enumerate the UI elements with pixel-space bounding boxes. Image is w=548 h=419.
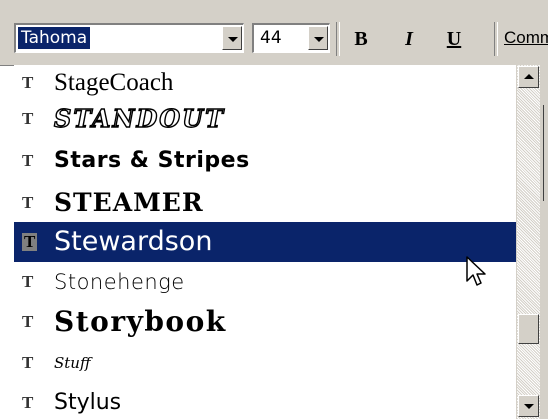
truetype-font-icon: T — [22, 232, 38, 251]
font-dropdown-arrow-icon[interactable] — [222, 26, 242, 50]
font-item-label: Stylus — [54, 390, 122, 415]
font-item-label: StageCoach — [54, 69, 174, 96]
vertical-scrollbar[interactable] — [516, 65, 540, 419]
font-name-value[interactable]: Tahoma — [18, 27, 91, 49]
scroll-up-arrow-icon[interactable] — [518, 66, 539, 88]
scroll-down-arrow-icon[interactable] — [518, 395, 539, 417]
window-edge — [540, 65, 548, 419]
font-name-combobox[interactable]: Tahoma — [14, 23, 244, 53]
font-item-label: STANDOUT — [53, 103, 225, 133]
font-list-item[interactable]: T Stonehenge — [14, 264, 516, 300]
truetype-font-icon: T — [22, 193, 34, 212]
scrollbar-thumb[interactable] — [518, 314, 539, 344]
font-item-label: Stuff — [54, 354, 91, 372]
font-list-item[interactable]: T Storybook — [14, 304, 516, 340]
truetype-font-icon: T — [22, 393, 34, 412]
font-item-label: Stars & Stripes — [54, 148, 250, 173]
underline-button[interactable]: U — [437, 24, 471, 54]
truetype-font-icon: T — [22, 109, 34, 128]
font-item-label: Stonehenge — [54, 270, 185, 294]
font-size-combobox[interactable]: 44 — [252, 23, 330, 53]
font-list-item[interactable]: T Stars & Stripes — [14, 143, 516, 179]
formatting-toolbar: Tahoma 44 B I U Comm — [0, 0, 548, 66]
font-dropdown-list[interactable]: T StageCoach T STANDOUT T Stars & Stripe… — [14, 65, 516, 419]
font-item-label: STEAMER — [54, 188, 204, 217]
font-list-item-selected[interactable]: T Stewardson — [14, 222, 516, 262]
truetype-font-icon: T — [22, 73, 34, 92]
font-list-item[interactable]: T Stylus — [14, 385, 516, 419]
edge-line — [543, 105, 544, 201]
font-size-value[interactable]: 44 — [260, 27, 282, 49]
font-list-item[interactable]: T STANDOUT — [14, 101, 516, 137]
comments-button[interactable]: Comm — [504, 28, 548, 48]
font-item-label: Stewardson — [54, 226, 213, 257]
toolbar-separator — [494, 22, 498, 56]
truetype-font-icon: T — [22, 312, 34, 331]
toolbar-separator — [336, 22, 340, 56]
font-list-item[interactable]: T Stuff — [14, 345, 516, 381]
bold-button[interactable]: B — [344, 24, 378, 54]
truetype-font-icon: T — [22, 151, 34, 170]
font-list-item[interactable]: T STEAMER — [14, 185, 516, 221]
truetype-font-icon: T — [22, 272, 34, 291]
truetype-font-icon: T — [22, 353, 34, 372]
mouse-pointer-icon — [466, 256, 486, 286]
font-item-label: Storybook — [54, 305, 227, 338]
italic-button[interactable]: I — [392, 24, 426, 54]
font-list-item[interactable]: T StageCoach — [14, 65, 516, 101]
size-dropdown-arrow-icon[interactable] — [308, 26, 328, 50]
